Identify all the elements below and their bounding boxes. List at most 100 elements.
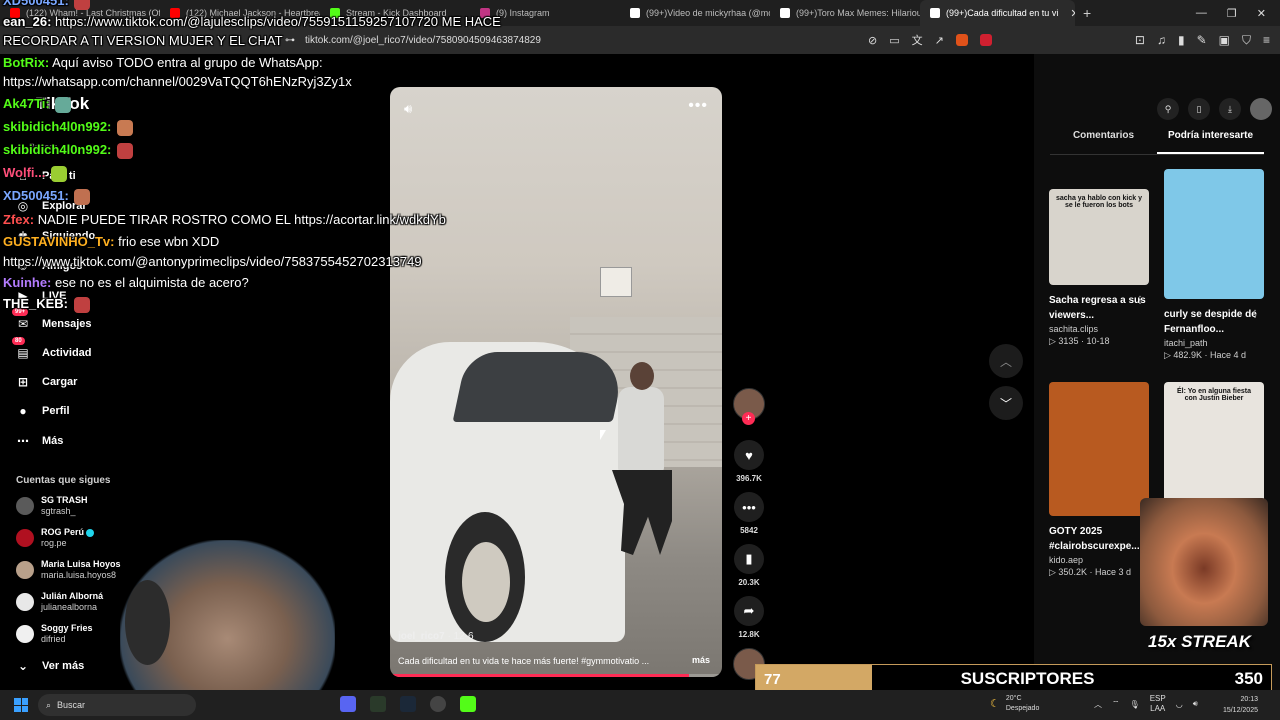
download-icon[interactable]: ⤓ <box>1219 98 1241 120</box>
chat-username[interactable]: XD500451: <box>3 188 69 203</box>
sidebar-item-cargar[interactable]: ⊞ Cargar <box>16 375 78 389</box>
translate-icon[interactable]: 文 <box>912 32 923 48</box>
share-arrow-icon[interactable]: ➦ <box>734 596 764 626</box>
card-account[interactable]: sachita.clips <box>1049 324 1149 334</box>
clock[interactable]: 20:13 15/12/2025 <box>1223 694 1258 716</box>
caption-more-button[interactable]: más <box>692 655 710 665</box>
mic-icon[interactable]: 🎙︎ <box>1130 700 1140 709</box>
chat-username[interactable]: BotRix: <box>3 55 49 70</box>
browser-tab[interactable]: (99+)Toro Max Memes: Hilarious Co <box>770 0 920 26</box>
windows-start-icon[interactable] <box>14 698 28 712</box>
url-text[interactable]: tiktok.com/@joel_rico7/video/75809045094… <box>305 35 541 46</box>
previous-video-button[interactable]: ︿ <box>989 344 1023 378</box>
browser-tab[interactable]: (99+)Cada dificultad en tu vi ✕ <box>920 0 1075 26</box>
save-action[interactable]: ▮ 20.3K <box>732 544 766 587</box>
bookmark-save-icon[interactable]: ▮ <box>734 544 764 574</box>
volume-icon[interactable]: 🔊︎ <box>404 101 412 117</box>
url-field[interactable]: ⊶ tiktok.com/@joel_rico7/video/758090450… <box>285 26 541 54</box>
like-action[interactable]: ♥ 396.7K <box>732 440 766 483</box>
tab-comments[interactable]: Comentarios <box>1050 130 1157 154</box>
extension-red-icon[interactable] <box>979 34 992 46</box>
vpn-icon[interactable]: ⛉ <box>1242 33 1251 48</box>
video-thumbnail[interactable] <box>1164 169 1264 299</box>
chat-username[interactable]: ean_26: <box>3 14 51 29</box>
music-icon[interactable]: ♫ <box>1157 33 1166 47</box>
chat-username[interactable]: skibidich4l0n992: <box>3 142 111 157</box>
next-video-button[interactable]: ﹀ <box>989 386 1023 420</box>
share-action[interactable]: ➦ 12.8K <box>732 596 766 639</box>
video-progress[interactable] <box>390 674 722 677</box>
chat-username[interactable]: Ak47Ti: <box>3 96 50 111</box>
device-icon[interactable]: ▯ <box>1188 98 1210 120</box>
sidebar-item-perfil[interactable]: ● Perfil <box>16 404 69 418</box>
volume-tray-icon[interactable]: 🔊︎ <box>1193 699 1198 709</box>
close-window-icon[interactable]: ✕ <box>1257 7 1266 20</box>
card-account[interactable]: itachi_path <box>1164 338 1264 348</box>
sidebar-item-mensajes[interactable]: ✉ 99+ Mensajes <box>12 308 92 331</box>
video-more-icon[interactable]: ••• <box>688 97 708 115</box>
discord-icon[interactable] <box>340 696 356 712</box>
following-account[interactable]: Soggy Fries difried <box>16 623 93 645</box>
steam-icon[interactable] <box>400 696 416 712</box>
mute-icon[interactable]: ⊘ <box>868 34 877 47</box>
network-icon[interactable]: ⌔ <box>1112 699 1120 709</box>
menu-icon[interactable]: ≡ <box>1263 33 1270 47</box>
comment-action[interactable]: ••• 5842 <box>732 492 766 535</box>
browser-tab[interactable]: (99+)Video de mickyrhaa (@mosade <box>620 0 770 26</box>
extension-shield-icon[interactable] <box>955 34 968 46</box>
sidebar-item-m-s[interactable]: ⋯ Más <box>16 434 63 448</box>
terminal-icon[interactable] <box>370 696 386 712</box>
site-info-icon[interactable]: ⊶ <box>285 35 295 46</box>
tab-recommendations[interactable]: Podría interesarte <box>1157 130 1264 154</box>
chat-username[interactable]: Zfex: <box>3 212 34 227</box>
taskbar-search[interactable]: ⌕ Buscar <box>38 694 196 716</box>
recommended-video-card[interactable]: GOTY 2025 #clairobscurexpe... kido.aep ▷ 3… <box>1049 382 1149 578</box>
chat-username[interactable]: Kuinhe: <box>3 275 51 290</box>
share-icon[interactable]: ↗ <box>935 34 944 47</box>
card-account[interactable]: kido.aep <box>1049 555 1149 565</box>
tab-search-icon[interactable]: ⊡ <box>1135 33 1145 47</box>
heart-icon[interactable]: ♥ <box>734 440 764 470</box>
see-more-button[interactable]: ⌄ Ver más <box>16 659 84 673</box>
obs-icon[interactable] <box>430 696 446 712</box>
video-player[interactable]: 🔊︎ ••• joel_rico7 · 12-6 Cada dificultad… <box>390 87 722 677</box>
link-icon[interactable]: ⚲ <box>1157 98 1179 120</box>
follow-plus-icon[interactable]: + <box>742 412 755 425</box>
minimize-icon[interactable]: — <box>1196 7 1207 19</box>
following-account[interactable]: Maria Luisa Hoyos maria.luisa.hoyos8 <box>16 559 121 581</box>
language-indicator[interactable]: ESP LAA <box>1150 694 1166 714</box>
recommended-video-card[interactable]: sacha ya hablo con kick y se le fueron l… <box>1049 189 1149 347</box>
sidebar-icon[interactable]: ▮ <box>1178 33 1185 47</box>
restore-icon[interactable]: ❐ <box>1227 7 1237 20</box>
tray-chevron-icon[interactable]: ︿ <box>1094 699 1102 710</box>
chat-username[interactable]: skibidich4l0n992: <box>3 119 111 134</box>
following-account[interactable]: SG TRASH sgtrash_ <box>16 495 88 517</box>
video-author[interactable]: joel_rico7 · 12-6 <box>398 631 474 642</box>
kick-icon[interactable] <box>460 696 476 712</box>
chat-username[interactable]: Wolfi... <box>3 165 45 180</box>
card-title[interactable]: Sacha regresa a sus viewers... <box>1049 293 1149 323</box>
bookmark-icon[interactable]: ✎ <box>1197 33 1207 47</box>
following-account[interactable]: ROG Perú rog.pe <box>16 527 95 549</box>
wallet-icon[interactable]: ▣ <box>1219 33 1230 47</box>
recommended-video-card[interactable]: curly se despide de Fernanfloo... itachi_… <box>1164 169 1264 361</box>
following-account[interactable]: Julián Alborná julianealborna <box>16 591 103 613</box>
video-thumbnail[interactable] <box>1049 382 1149 516</box>
chat-username[interactable]: GUSTAVINHO_Tv: <box>3 234 114 249</box>
weather-widget[interactable]: ☾ 20°C Despejado <box>990 694 1039 714</box>
card-more-icon[interactable]: ⋮ <box>1135 295 1145 306</box>
card-more-icon[interactable]: ⋮ <box>1250 309 1260 320</box>
video-thumbnail[interactable]: Él: Yo en alguna fiesta con Justin Biebe… <box>1164 382 1264 502</box>
video-thumbnail[interactable]: sacha ya hablo con kick y se le fueron l… <box>1049 189 1149 285</box>
chat-username[interactable]: THE_KEB: <box>3 296 68 311</box>
wifi-icon[interactable]: ◡ <box>1176 700 1183 709</box>
chat-username[interactable]: XD500451: <box>3 0 69 8</box>
author-avatar-button[interactable]: + <box>732 388 766 425</box>
user-avatar[interactable] <box>1250 98 1272 120</box>
comment-icon[interactable]: ••• <box>734 492 764 522</box>
new-tab-button[interactable]: + <box>1075 5 1099 21</box>
recommended-video-card[interactable]: Él: Yo en alguna fiesta con Justin Biebe… <box>1164 382 1264 502</box>
card-title[interactable]: curly se despide de Fernanfloo... <box>1164 307 1264 337</box>
card-title[interactable]: GOTY 2025 #clairobscurexpe... <box>1049 524 1149 554</box>
sidebar-item-actividad[interactable]: ▤ 80 Actividad <box>12 337 92 360</box>
